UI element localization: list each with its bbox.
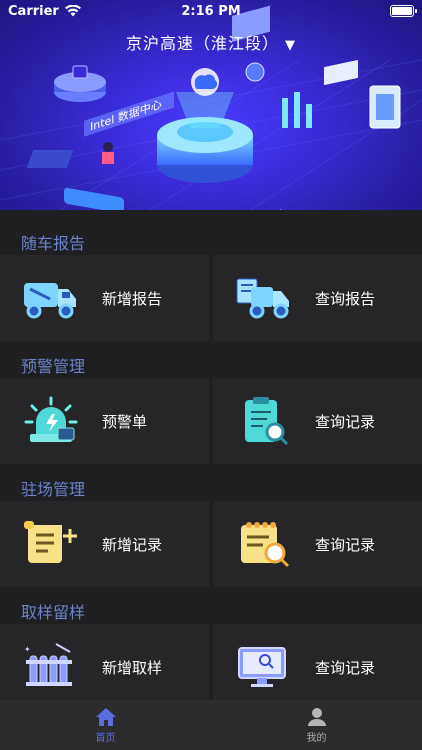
section-vehicle-report: 新增报告 查询报告 <box>0 255 422 341</box>
status-bar: Carrier 2:16 PM <box>0 0 422 22</box>
home-icon <box>95 707 116 726</box>
section-onsite: 新增记录 查询记录 <box>0 501 422 587</box>
new-onsite-record-card[interactable]: 新增记录 <box>0 501 209 587</box>
query-onsite-card[interactable]: 查询记录 <box>213 501 422 587</box>
scroll-add-icon <box>24 521 77 563</box>
section-title-sampling: 取样留样 <box>21 603 86 622</box>
tab-mine[interactable]: 我的 <box>211 700 422 750</box>
clock: 2:16 PM <box>181 3 241 19</box>
chevron-down-icon: ▼ <box>285 38 296 53</box>
svg-text:Intel 数据中心: Intel 数据中心 <box>90 97 162 134</box>
road-name: 京沪高速（淮江段） <box>125 34 279 53</box>
new-sample-label: 新增取样 <box>102 659 163 677</box>
section-title-onsite: 驻场管理 <box>21 480 86 499</box>
section-warning: 预警单 查询记录 <box>0 378 422 464</box>
tab-home[interactable]: 首页 <box>0 700 211 750</box>
new-report-card[interactable]: 新增报告 <box>0 255 209 341</box>
tab-mine-label: 我的 <box>306 732 327 744</box>
query-sample-label: 查询记录 <box>315 659 376 677</box>
battery-icon <box>390 5 417 17</box>
test-tubes-icon: ✦ <box>24 643 72 686</box>
clipboard-search-icon <box>245 397 289 446</box>
query-report-card[interactable]: 查询报告 <box>213 255 422 341</box>
query-report-label: 查询报告 <box>315 290 376 308</box>
new-report-label: 新增报告 <box>102 290 163 308</box>
section-title-vehicle-report: 随车报告 <box>21 234 86 253</box>
alarm-light-icon <box>24 396 78 442</box>
new-sample-card[interactable]: ✦ 新增取样 <box>0 624 209 710</box>
new-onsite-record-label: 新增记录 <box>102 536 163 554</box>
query-sample-card[interactable]: 查询记录 <box>213 624 422 710</box>
svg-text:✦: ✦ <box>24 645 31 654</box>
section-title-warning: 预警管理 <box>21 357 86 376</box>
user-icon <box>307 707 326 726</box>
query-onsite-label: 查询记录 <box>315 536 376 554</box>
query-warning-card[interactable]: 查询记录 <box>213 378 422 464</box>
warning-form-card[interactable]: 预警单 <box>0 378 209 464</box>
tab-bar: 首页 我的 <box>0 700 422 750</box>
tab-home-label: 首页 <box>95 732 116 744</box>
query-warning-label: 查询记录 <box>315 413 376 431</box>
section-sampling: ✦ 新增取样 查询记录 <box>0 624 422 710</box>
truck-report-icon <box>236 278 289 319</box>
notepad-search-icon <box>241 522 290 568</box>
road-selector[interactable]: 京沪高速（淮江段） ▼ <box>0 30 422 54</box>
monitor-search-icon <box>238 647 286 687</box>
warning-form-label: 预警单 <box>102 413 148 431</box>
truck-icon <box>24 283 76 319</box>
